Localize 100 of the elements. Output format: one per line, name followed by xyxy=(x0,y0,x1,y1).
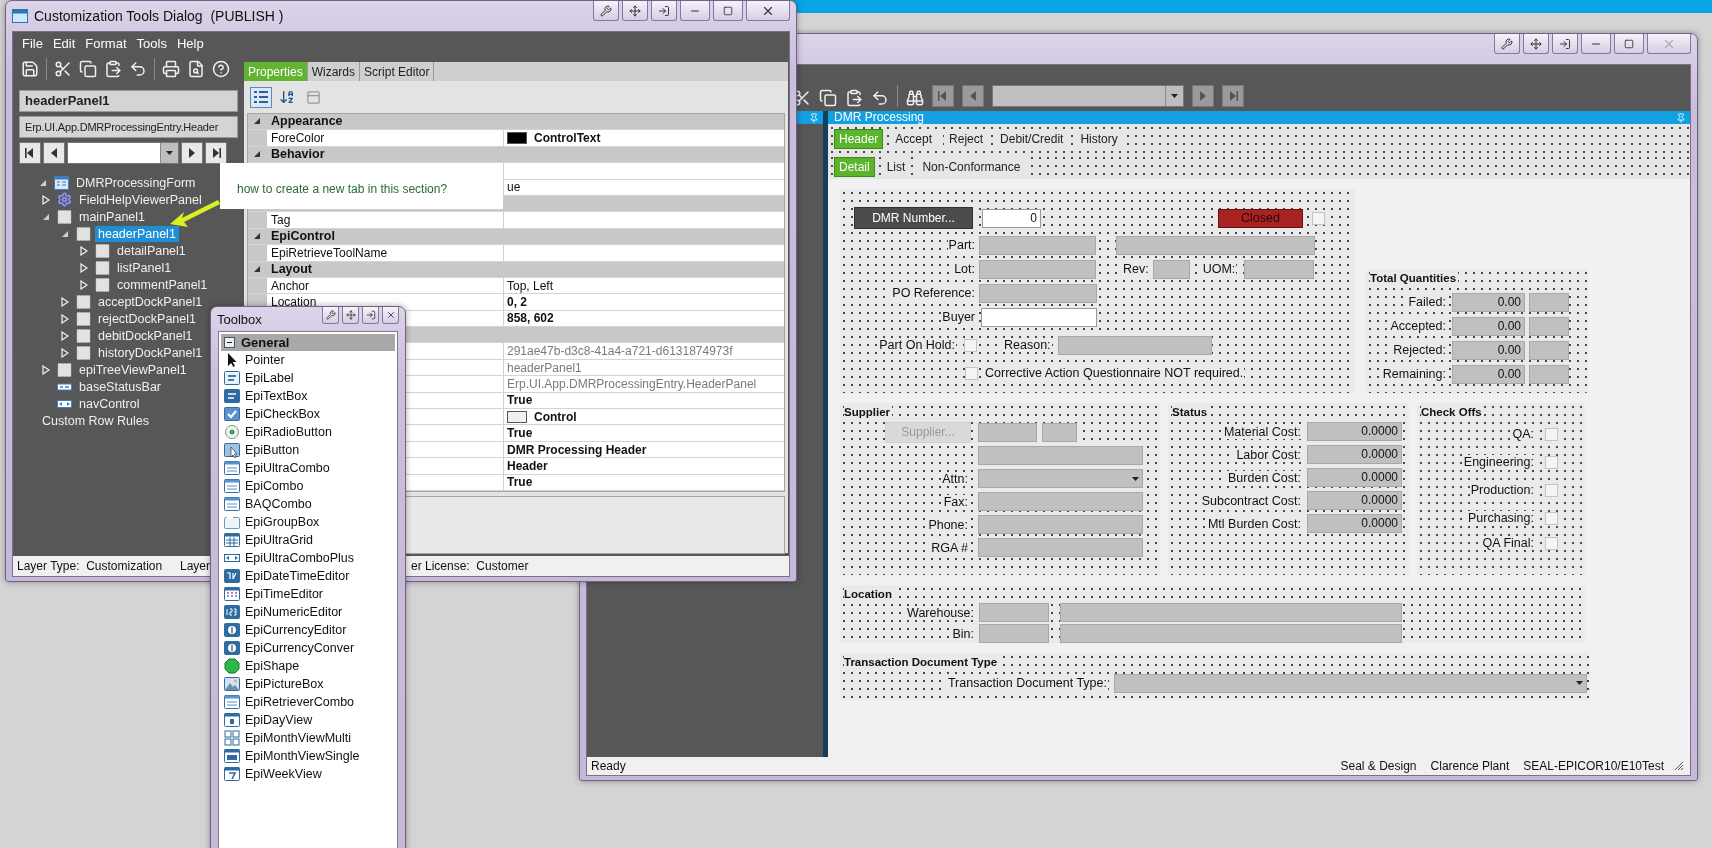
tree-item[interactable]: DMRProcessingForm xyxy=(73,174,199,191)
toolbox-item[interactable]: EpiWeekView xyxy=(221,765,395,783)
toolbox-item[interactable]: EpiNumericEditor xyxy=(221,603,395,621)
field-label: Part: xyxy=(947,238,976,252)
tree-item[interactable]: FieldHelpViewerPanel xyxy=(76,191,205,208)
toolbox-item[interactable]: EpiShape xyxy=(221,657,395,675)
property-value-cell[interactable]: Top, Left xyxy=(504,277,784,294)
field-label: Buyer xyxy=(941,310,976,324)
category-name: Appearance xyxy=(270,114,344,130)
tree-item[interactable]: mainPanel1 xyxy=(76,208,148,225)
tree-item[interactable]: historyDockPanel1 xyxy=(95,344,206,361)
category-name: Layout xyxy=(270,261,313,277)
menu-item[interactable]: Edit xyxy=(47,35,81,51)
cost-field[interactable]: 0.0000 xyxy=(1307,445,1402,464)
toolbox-item[interactable]: EpiPictureBox xyxy=(221,675,395,693)
property-value-cell[interactable]: DMR Processing Header xyxy=(504,441,784,458)
tree-item[interactable]: headerPanel1 xyxy=(95,225,179,242)
field-label: Purchasing: xyxy=(1467,511,1535,525)
toolbox-item[interactable]: EpiButton xyxy=(221,441,395,459)
quantity-field[interactable]: 0.00 xyxy=(1452,364,1525,384)
cost-field[interactable]: 0.0000 xyxy=(1307,422,1402,441)
category-name: Behavior xyxy=(270,146,326,163)
toolbox-item[interactable]: EpiUltraCombo xyxy=(221,459,395,477)
field-label: Engineering: xyxy=(1462,455,1535,469)
group-title: Total Quantities xyxy=(1370,271,1459,286)
property-value-cell[interactable]: Control xyxy=(504,409,784,425)
field-label: Production: xyxy=(1469,483,1535,497)
toolbox-item[interactable]: EpiMonthViewMulti xyxy=(221,729,395,747)
tree-item[interactable]: epiTreeViewPanel1 xyxy=(76,361,190,378)
field-label: Transaction Document Type: xyxy=(946,676,1108,690)
toolbox-item[interactable]: BAQCombo xyxy=(221,495,395,513)
tree-item[interactable]: navControl xyxy=(76,395,143,412)
tree-item[interactable]: detailPanel1 xyxy=(114,242,189,259)
tree-item[interactable]: acceptDockPanel1 xyxy=(95,293,206,310)
toolbox-item[interactable]: EpiGroupBox xyxy=(221,513,395,531)
toolbox-item[interactable]: EpiRetrieverCombo xyxy=(221,693,395,711)
panel-title: DMR Processing xyxy=(834,111,925,124)
property-value-cell[interactable]: ue xyxy=(504,179,784,195)
control-name-field[interactable]: headerPanel1 xyxy=(19,90,238,112)
field-label: Bin: xyxy=(951,626,975,641)
property-value-cell[interactable]: 858, 602 xyxy=(504,310,784,327)
tree-item[interactable]: baseStatusBar xyxy=(76,378,164,395)
field-label: Accepted: xyxy=(1389,319,1447,333)
property-value-cell[interactable]: 291ae47b-d3c8-41a4-a721-d6131874973f xyxy=(504,343,784,359)
cost-field[interactable]: 0.0000 xyxy=(1307,468,1402,487)
property-value-cell[interactable]: 0, 2 xyxy=(504,294,784,310)
field-label: UOM: xyxy=(1201,262,1237,276)
status-text: Layer Type: Customization xyxy=(16,559,163,573)
toolbox-item[interactable]: EpiDateTimeEditor xyxy=(221,567,395,585)
tree-item[interactable]: Custom Row Rules xyxy=(39,412,152,429)
tree-item[interactable]: rejectDockPanel1 xyxy=(95,310,199,327)
cost-field[interactable]: 0.0000 xyxy=(1307,514,1402,533)
property-value-cell[interactable]: True xyxy=(504,392,784,409)
field-label: QA Final: xyxy=(1481,536,1535,550)
field-label: QA: xyxy=(1511,427,1535,441)
toolbox-item[interactable]: EpiTimeEditor xyxy=(221,585,395,603)
property-value-cell[interactable]: True xyxy=(504,474,784,490)
tab[interactable]: Non-Conformance xyxy=(917,156,1026,177)
toolbox-item[interactable]: Pointer xyxy=(221,351,395,369)
cost-field[interactable]: 0.0000 xyxy=(1307,491,1402,510)
toolbox-item[interactable]: EpiUltraComboPlus xyxy=(221,549,395,567)
tab[interactable]: Script Editor xyxy=(360,62,435,81)
menu-item[interactable]: Format xyxy=(80,35,132,51)
category-name: EpiControl xyxy=(270,228,336,245)
property-value-cell[interactable]: True xyxy=(504,425,784,441)
menu-item[interactable]: Help xyxy=(171,35,209,51)
tab[interactable]: Wizards xyxy=(307,62,361,81)
quantity-field[interactable]: 0.00 xyxy=(1452,316,1525,336)
menu-item[interactable]: Tools xyxy=(131,35,172,51)
tree-item[interactable]: commentPanel1 xyxy=(114,276,211,293)
toolbox-item[interactable]: EpiCombo xyxy=(221,477,395,495)
status-text: Layer xyxy=(179,559,211,573)
quantity-field[interactable]: 0.00 xyxy=(1452,340,1525,360)
control-type-field[interactable]: Erp.UI.App.DMRProcessingEntry.Header xyxy=(19,116,238,138)
toolbox-item[interactable]: EpiRadioButton xyxy=(221,423,395,441)
toolbox-item[interactable]: EpiMonthViewSingle xyxy=(221,747,395,765)
toolbox-item[interactable]: EpiCurrencyEditor xyxy=(221,621,395,639)
toolbox-item[interactable]: EpiUltraGrid xyxy=(221,531,395,549)
field-label: Material Cost: xyxy=(1222,424,1302,439)
field-label: Rejected: xyxy=(1392,343,1447,357)
toolbox-item[interactable]: EpiDayView xyxy=(221,711,395,729)
menu-item[interactable]: File xyxy=(17,35,48,51)
toolbox-item[interactable]: EpiCurrencyConver xyxy=(221,639,395,657)
property-name-cell: ForeColor xyxy=(267,130,504,146)
property-value-cell[interactable]: Erp.UI.App.DMRProcessingEntry.HeaderPanel xyxy=(504,376,784,392)
toolbox-item[interactable]: EpiCheckBox xyxy=(221,405,395,423)
property-value-cell[interactable]: headerPanel1 xyxy=(504,359,784,376)
toolbox-item[interactable]: EpiLabel xyxy=(221,369,395,387)
quantity-field[interactable]: 0.00 xyxy=(1452,292,1525,312)
field-label: Failed: xyxy=(1407,295,1447,309)
toolbox-item[interactable]: EpiTextBox xyxy=(221,387,395,405)
tree-item[interactable]: listPanel1 xyxy=(114,259,175,276)
tree-item[interactable]: debitDockPanel1 xyxy=(95,327,196,344)
field-label: Fax: xyxy=(942,494,969,509)
property-value-cell[interactable]: ControlText xyxy=(504,130,784,146)
property-value-cell[interactable]: Header xyxy=(504,458,784,474)
field-label: Mtl Burden Cost: xyxy=(1206,516,1302,531)
dmr-number-button[interactable]: DMR Number... xyxy=(854,207,973,229)
dmr-number-field[interactable]: 0 xyxy=(982,208,1041,228)
checkbox-label: Corrective Action Questionnaire NOT required. xyxy=(984,366,1245,380)
